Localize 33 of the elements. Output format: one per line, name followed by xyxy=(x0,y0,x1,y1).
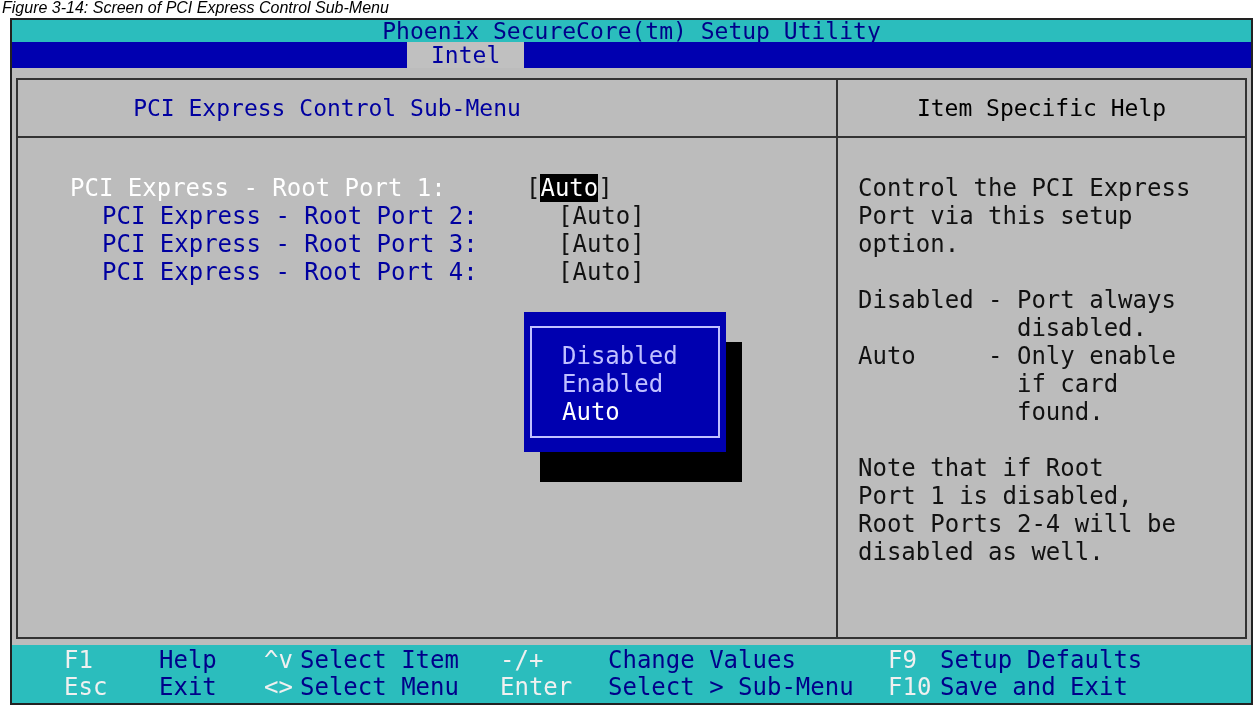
setting-label[interactable]: PCI Express - Root Port 3: xyxy=(70,230,558,258)
window-title: Phoenix SecureCore(tm) Setup Utility xyxy=(12,20,1251,42)
figure-caption: Figure 3-14: Screen of PCI Express Control Sub-Menu xyxy=(1,0,390,18)
key-action: Select Menu xyxy=(300,674,460,701)
key-action: Help xyxy=(159,647,218,674)
key-hint: <> xyxy=(264,674,294,701)
key-action: Select > Sub-Menu xyxy=(608,674,855,701)
key-action: Exit xyxy=(159,674,218,701)
key-action: Change Values xyxy=(608,647,797,674)
help-text: Note that if Root Port 1 is disabled, Root Ports 2-4 will be disabled as well. xyxy=(858,454,1177,566)
key-hint: ^v xyxy=(264,647,294,674)
key-hint: Enter xyxy=(500,674,574,701)
key-hint: F1 xyxy=(64,647,94,674)
panel-title: PCI Express Control Sub-Menu xyxy=(133,95,521,121)
menu-tab[interactable]: Intel xyxy=(407,42,525,68)
help-text: Control the PCI Express Port via this setup option. xyxy=(858,174,1192,258)
popup-option[interactable]: Auto xyxy=(562,398,718,426)
setting-value[interactable]: [Auto] xyxy=(558,202,645,230)
key-action: Select Item xyxy=(300,647,460,674)
key-action: Setup Defaults xyxy=(940,647,1144,674)
setting-value[interactable]: [Auto] xyxy=(558,258,645,286)
setting-label[interactable]: PCI Express - Root Port 2: xyxy=(70,202,558,230)
key-hint: Esc xyxy=(64,674,109,701)
setting-label[interactable]: PCI Express - Root Port 4: xyxy=(70,258,558,286)
popup-option[interactable]: Disabled xyxy=(562,342,718,370)
help-text: Disabled - Port always disabled. Auto - Only enable if card found. xyxy=(858,286,1177,426)
setting-value[interactable]: [Auto] xyxy=(558,230,645,258)
help-title: Item Specific Help xyxy=(916,95,1167,121)
key-action: Save and Exit xyxy=(940,674,1129,701)
key-hint: -/+ xyxy=(500,647,545,674)
key-hint: F10 xyxy=(888,674,933,701)
key-hint: F9 xyxy=(888,647,918,674)
popup-option[interactable]: Enabled xyxy=(562,370,718,398)
